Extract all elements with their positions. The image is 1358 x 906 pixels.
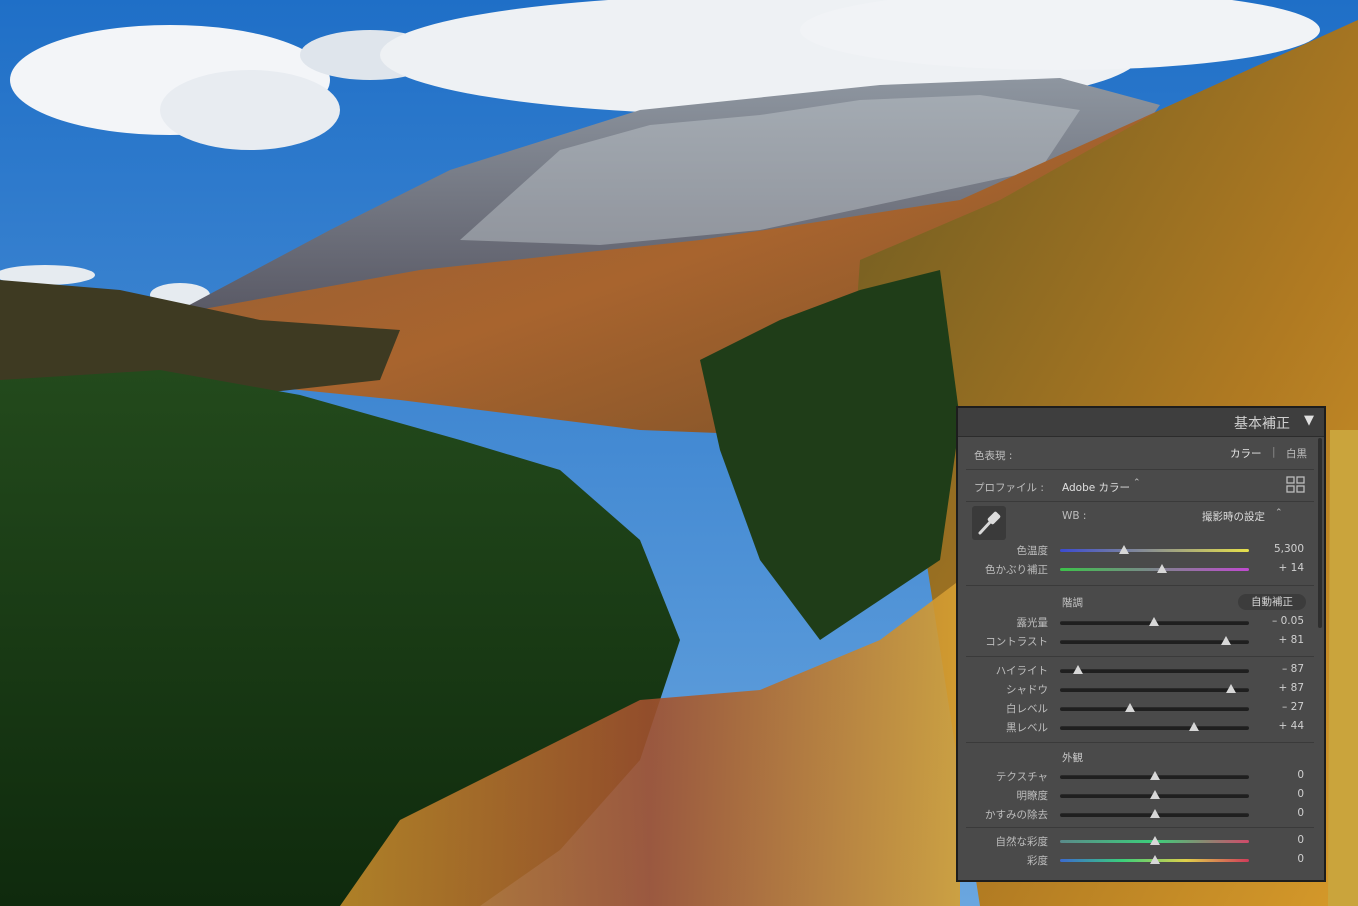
texture-slider-thumb[interactable] bbox=[1149, 771, 1160, 780]
temp-label: 色温度 bbox=[1016, 545, 1049, 557]
profile-label: プロファイル : bbox=[974, 482, 1044, 494]
saturation-slider-thumb[interactable] bbox=[1149, 855, 1160, 864]
eyedropper-icon bbox=[978, 511, 1001, 535]
tint-slider-track[interactable] bbox=[1060, 568, 1249, 571]
shadows-slider-thumb[interactable] bbox=[1226, 684, 1237, 693]
collapse-triangle-icon[interactable]: ▼ bbox=[1304, 413, 1314, 428]
exposure-label: 露光量 bbox=[1016, 617, 1049, 629]
tone-section-title: 階調 bbox=[1062, 597, 1083, 609]
profile-dropdown-arrows-icon[interactable]: ⌃ bbox=[1133, 478, 1141, 488]
blacks-slider-thumb[interactable] bbox=[1189, 722, 1200, 731]
dehaze-value[interactable]: 0 bbox=[1244, 807, 1304, 819]
shadows-value[interactable]: + 87 bbox=[1244, 682, 1305, 694]
contrast-label: コントラスト bbox=[985, 636, 1048, 648]
basic-panel: 基本補正 ▼ 色表現 : カラー | 白黒 プロファイル : Adobe カラー… bbox=[956, 406, 1326, 882]
highlights-slider-track[interactable] bbox=[1060, 669, 1249, 673]
blacks-value[interactable]: + 44 bbox=[1244, 720, 1305, 732]
temp-slider-track[interactable] bbox=[1060, 549, 1249, 552]
presence-section-title: 外観 bbox=[1062, 752, 1083, 764]
exposure-value[interactable]: – 0.05 bbox=[1244, 615, 1304, 627]
divider bbox=[966, 827, 1314, 828]
treatment-label: 色表現 : bbox=[974, 450, 1013, 462]
clarity-slider-thumb[interactable] bbox=[1149, 790, 1160, 799]
wb-label: WB : bbox=[1062, 510, 1087, 522]
vibrance-label: 自然な彩度 bbox=[995, 836, 1049, 848]
saturation-label: 彩度 bbox=[1027, 855, 1048, 867]
divider bbox=[966, 469, 1314, 470]
panel-header[interactable]: 基本補正 ▼ bbox=[958, 408, 1324, 437]
temp-slider-thumb[interactable] bbox=[1119, 545, 1130, 554]
clarity-label: 明瞭度 bbox=[1016, 790, 1049, 802]
panel-scrollbar[interactable] bbox=[1318, 438, 1322, 628]
divider bbox=[966, 742, 1314, 743]
saturation-value[interactable]: 0 bbox=[1244, 853, 1304, 865]
whites-label: 白レベル bbox=[1006, 703, 1048, 715]
clarity-value[interactable]: 0 bbox=[1244, 788, 1304, 800]
exposure-slider-thumb[interactable] bbox=[1148, 617, 1159, 626]
highlights-slider-thumb[interactable] bbox=[1072, 665, 1083, 674]
panel-title: 基本補正 bbox=[1234, 416, 1290, 432]
whites-slider-track[interactable] bbox=[1060, 707, 1249, 711]
contrast-slider-thumb[interactable] bbox=[1221, 636, 1232, 645]
highlights-value[interactable]: – 87 bbox=[1244, 663, 1304, 675]
whites-value[interactable]: – 27 bbox=[1244, 701, 1304, 713]
wb-dropdown[interactable]: 撮影時の設定 bbox=[1202, 509, 1265, 524]
texture-value[interactable]: 0 bbox=[1244, 769, 1304, 781]
blacks-label: 黒レベル bbox=[1006, 722, 1048, 734]
contrast-value[interactable]: + 81 bbox=[1244, 634, 1305, 646]
texture-label: テクスチャ bbox=[995, 771, 1048, 783]
treatment-color-option[interactable]: カラー bbox=[1230, 446, 1262, 461]
vibrance-value[interactable]: 0 bbox=[1244, 834, 1304, 846]
highlights-label: ハイライト bbox=[995, 665, 1048, 677]
vibrance-slider-thumb[interactable] bbox=[1149, 836, 1160, 845]
divider bbox=[966, 501, 1314, 502]
shadows-label: シャドウ bbox=[1006, 684, 1048, 696]
treatment-divider: | bbox=[1272, 446, 1276, 458]
wb-dropdown-arrows-icon[interactable]: ⌃ bbox=[1275, 508, 1283, 518]
dehaze-label: かすみの除去 bbox=[985, 809, 1048, 821]
whites-slider-thumb[interactable] bbox=[1124, 703, 1135, 712]
auto-tone-button[interactable]: 自動補正 bbox=[1238, 594, 1306, 610]
wb-eyedropper-button[interactable] bbox=[972, 506, 1006, 540]
shadows-slider-track[interactable] bbox=[1060, 688, 1249, 692]
treatment-bw-option[interactable]: 白黒 bbox=[1286, 446, 1307, 461]
profile-dropdown[interactable]: Adobe カラー bbox=[1062, 480, 1130, 495]
divider bbox=[966, 656, 1314, 657]
blacks-slider-track[interactable] bbox=[1060, 726, 1249, 730]
dehaze-slider-thumb[interactable] bbox=[1149, 809, 1160, 818]
divider bbox=[966, 585, 1314, 586]
temp-value[interactable]: 5,300 bbox=[1244, 543, 1304, 555]
tint-value[interactable]: + 14 bbox=[1244, 562, 1305, 574]
profile-browser-grid-icon[interactable] bbox=[1286, 476, 1306, 494]
tint-slider-thumb[interactable] bbox=[1157, 564, 1168, 573]
tint-label: 色かぶり補正 bbox=[985, 564, 1048, 576]
